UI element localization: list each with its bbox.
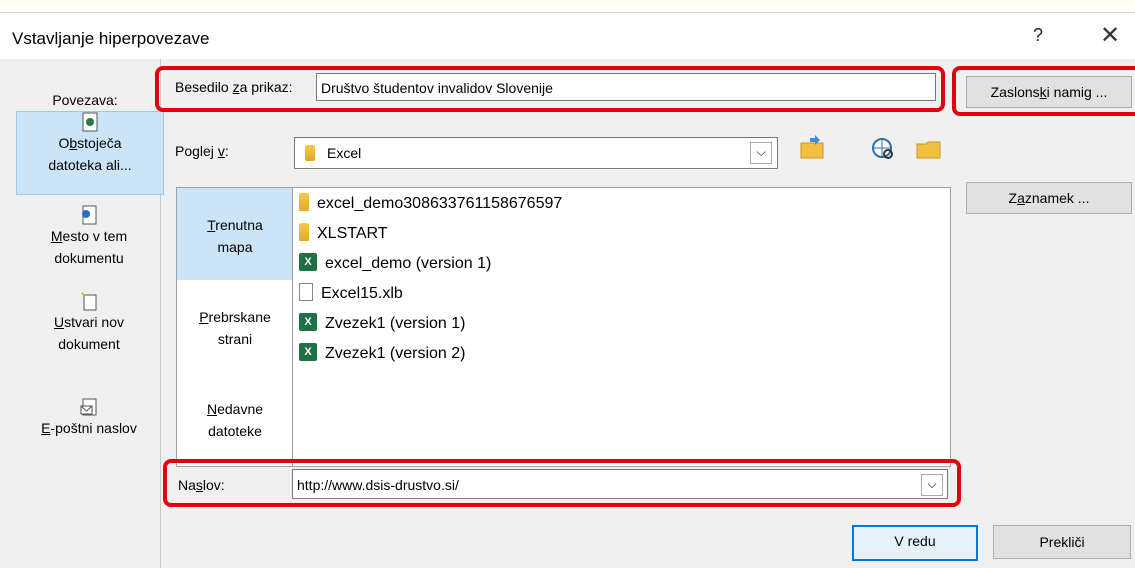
file-list: excel_demo308633761158676597 XLSTART Xex… xyxy=(292,187,951,467)
excel-file-icon: X xyxy=(299,312,317,331)
list-item[interactable]: X Zvezek1 (version 1) xyxy=(299,310,466,338)
dialog-title: Vstavljanje hiperpovezave xyxy=(12,29,210,48)
place-in-document-icon xyxy=(80,205,98,225)
link-new-document[interactable]: Ustvari nov dokument xyxy=(16,291,162,371)
list-item[interactable]: XLSTART xyxy=(299,220,388,248)
link-place-in-document[interactable]: Mesto v tem dokumentu xyxy=(16,205,162,285)
excel-file-icon: X xyxy=(299,252,317,271)
up-one-folder-icon[interactable] xyxy=(796,134,830,168)
cancel-button[interactable]: Prekliči xyxy=(993,525,1131,559)
chevron-down-icon[interactable]: ⌵ xyxy=(750,142,772,164)
email-address-icon xyxy=(80,397,98,417)
look-in-dropdown[interactable]: Excel ⌵ xyxy=(294,137,778,169)
folder-icon xyxy=(299,222,309,241)
help-button[interactable]: ? xyxy=(1033,25,1043,46)
highlight-screentip xyxy=(952,66,1135,116)
new-document-icon xyxy=(80,291,98,311)
highlight-address xyxy=(163,459,961,507)
title-bar: Vstavljanje hiperpovezave ? ✕ xyxy=(0,13,1135,59)
link-to-pane: Povezava: Obstoječa datoteka ali... Mest… xyxy=(10,59,164,568)
list-item[interactable]: Xexcel_demo (version 1) xyxy=(299,250,491,278)
places-bar: Trenutna mapa Prebrskane strani Nedavne … xyxy=(176,187,293,467)
excel-file-icon: X xyxy=(299,342,317,361)
list-item[interactable]: excel_demo308633761158676597 xyxy=(299,190,562,218)
link-email-address[interactable]: E-poštni naslov xyxy=(16,397,162,457)
browse-web-icon[interactable] xyxy=(866,134,900,168)
folder-icon xyxy=(305,145,315,161)
browse-file-icon[interactable] xyxy=(912,134,946,168)
link-existing-file[interactable]: Obstoječa datoteka ali... xyxy=(16,111,164,195)
highlight-display-text xyxy=(155,66,945,112)
place-current-folder[interactable]: Trenutna mapa xyxy=(177,188,293,280)
close-icon[interactable]: ✕ xyxy=(1100,21,1120,50)
place-recent-files[interactable]: Nedavne datoteke xyxy=(177,372,293,464)
place-browsed-pages[interactable]: Prebrskane strani xyxy=(177,280,293,372)
ok-button[interactable]: V redu xyxy=(852,525,978,561)
link-to-label: Povezava: xyxy=(52,92,118,108)
insert-hyperlink-dialog: Vstavljanje hiperpovezave ? ✕ Povezava: … xyxy=(0,12,1135,568)
existing-file-icon xyxy=(81,112,99,132)
list-item[interactable]: Excel15.xlb xyxy=(299,280,403,308)
bookmark-button[interactable]: Zaznamek ... xyxy=(966,182,1132,214)
list-item[interactable]: X Zvezek1 (version 2) xyxy=(299,340,466,368)
look-in-label: Poglej v: xyxy=(175,143,229,159)
folder-icon xyxy=(299,192,309,211)
file-icon xyxy=(299,282,313,301)
